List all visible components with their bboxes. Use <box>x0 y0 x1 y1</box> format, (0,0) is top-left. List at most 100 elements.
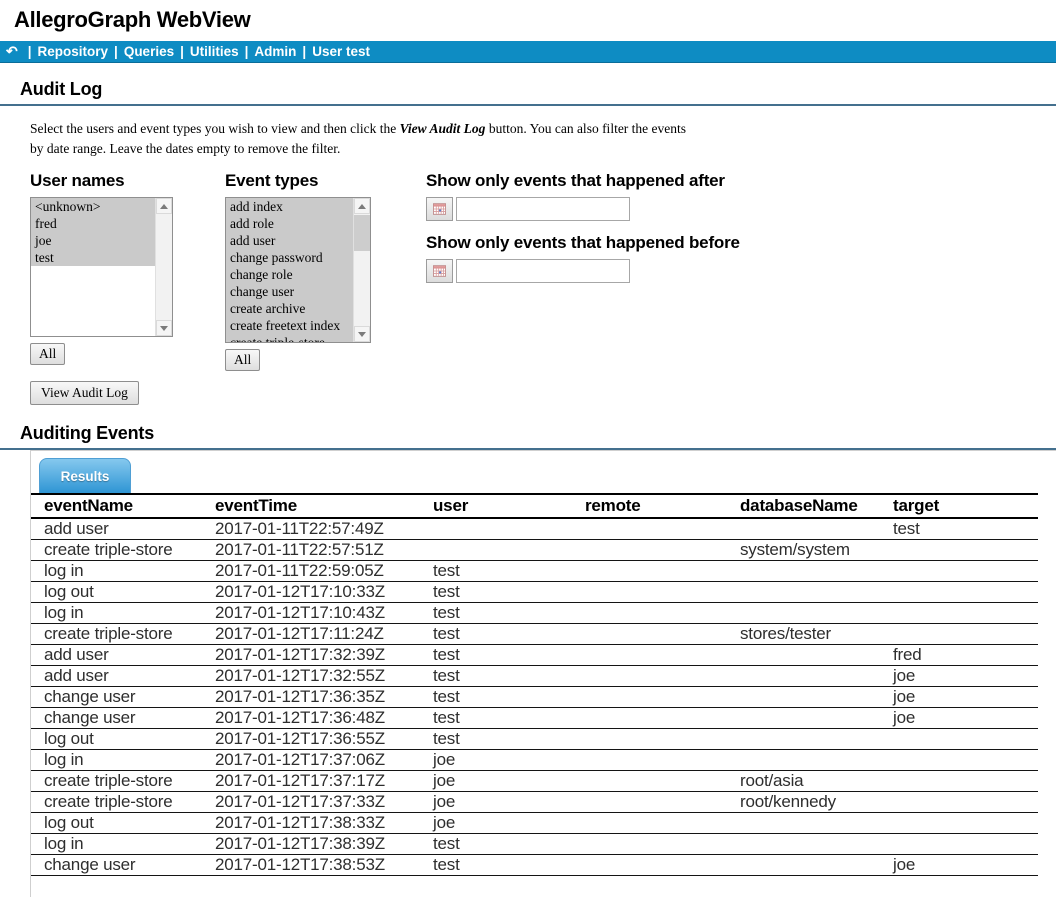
table-row: log out2017-01-12T17:38:33Zjoe <box>31 813 1038 834</box>
list-option[interactable]: fred <box>31 215 155 232</box>
nav-item-utilities[interactable]: Utilities <box>190 44 239 59</box>
cell-eventName: create triple-store <box>31 540 211 561</box>
list-option[interactable]: change role <box>226 266 353 283</box>
cell-target <box>889 540 1038 561</box>
event-types-label: Event types <box>225 171 371 191</box>
before-date-input[interactable] <box>456 259 630 283</box>
nav-separator: | <box>28 44 32 59</box>
cell-databaseName <box>736 666 889 687</box>
list-option[interactable]: create freetext index <box>226 317 353 334</box>
cell-target: joe <box>889 708 1038 729</box>
cell-eventName: log out <box>31 582 211 603</box>
list-option[interactable]: create archive <box>226 300 353 317</box>
list-option[interactable]: add role <box>226 215 353 232</box>
user-names-listbox[interactable]: <unknown>fredjoetest <box>30 197 173 337</box>
cell-eventName: change user <box>31 855 211 876</box>
list-option[interactable]: change password <box>226 249 353 266</box>
cell-databaseName <box>736 645 889 666</box>
cell-target <box>889 624 1038 645</box>
list-option[interactable]: test <box>31 249 155 266</box>
nav-separator: | <box>302 44 306 59</box>
table-row: create triple-store2017-01-11T22:57:51Zs… <box>31 540 1038 561</box>
cell-user: test <box>429 666 581 687</box>
before-calendar-button[interactable] <box>426 259 453 283</box>
nav-item-repository[interactable]: Repository <box>38 44 109 59</box>
cell-remote <box>581 624 736 645</box>
scroll-up-button[interactable] <box>354 198 370 214</box>
cell-eventName: log in <box>31 750 211 771</box>
cell-target <box>889 792 1038 813</box>
scroll-thumb[interactable] <box>354 215 370 251</box>
nav-items: |Repository|Queries|Utilities|Admin|User… <box>22 44 370 59</box>
cell-remote <box>581 687 736 708</box>
filters-section: User names <unknown>fredjoetest All View… <box>30 171 1056 405</box>
date-filters-column: Show only events that happened after Sho… <box>426 171 740 405</box>
scroll-track[interactable] <box>354 214 370 326</box>
cell-databaseName <box>736 834 889 855</box>
view-audit-log-button[interactable]: View Audit Log <box>30 381 139 405</box>
event-types-listbox[interactable]: add indexadd roleadd userchange password… <box>225 197 371 343</box>
triangle-up-icon <box>160 204 168 209</box>
cell-remote <box>581 518 736 540</box>
cell-user: test <box>429 603 581 624</box>
audit-log-heading: Audit Log <box>20 79 1056 104</box>
list-option[interactable]: joe <box>31 232 155 249</box>
event-types-column: Event types add indexadd roleadd usercha… <box>225 171 371 405</box>
cell-eventName: create triple-store <box>31 771 211 792</box>
nav-item-admin[interactable]: Admin <box>254 44 296 59</box>
calendar-icon <box>433 202 446 216</box>
table-row: change user2017-01-12T17:36:35Ztestjoe <box>31 687 1038 708</box>
cell-user: test <box>429 624 581 645</box>
cell-target <box>889 771 1038 792</box>
nav-item-queries[interactable]: Queries <box>124 44 174 59</box>
scroll-down-button[interactable] <box>156 320 172 336</box>
user-names-all-button[interactable]: All <box>30 343 65 365</box>
tab-results[interactable]: Results <box>39 458 131 493</box>
cell-databaseName: root/asia <box>736 771 889 792</box>
cell-eventTime: 2017-01-12T17:11:24Z <box>211 624 429 645</box>
cell-target: fred <box>889 645 1038 666</box>
cell-eventTime: 2017-01-12T17:36:35Z <box>211 687 429 708</box>
auditing-events-heading: Auditing Events <box>20 423 1056 448</box>
cell-databaseName: system/system <box>736 540 889 561</box>
table-row: log in2017-01-12T17:37:06Zjoe <box>31 750 1038 771</box>
list-option[interactable]: create triple-store <box>226 334 353 342</box>
list-option[interactable]: <unknown> <box>31 198 155 215</box>
after-filter-row <box>426 197 740 221</box>
cell-eventName: log in <box>31 603 211 624</box>
after-date-input[interactable] <box>456 197 630 221</box>
after-calendar-button[interactable] <box>426 197 453 221</box>
table-row: create triple-store2017-01-12T17:37:17Zj… <box>31 771 1038 792</box>
table-row: create triple-store2017-01-12T17:37:33Zj… <box>31 792 1038 813</box>
event-types-scrollbar[interactable] <box>353 198 370 342</box>
list-option[interactable]: change user <box>226 283 353 300</box>
cell-databaseName <box>736 687 889 708</box>
results-panel: Results eventNameeventTimeuserremotedata… <box>30 450 1056 897</box>
table-header: eventNameeventTimeuserremotedatabaseName… <box>31 494 1038 518</box>
before-filter-row <box>426 259 740 283</box>
cell-databaseName: stores/tester <box>736 624 889 645</box>
cell-eventTime: 2017-01-12T17:10:33Z <box>211 582 429 603</box>
scroll-up-button[interactable] <box>156 198 172 214</box>
list-option[interactable]: add user <box>226 232 353 249</box>
scroll-down-button[interactable] <box>354 326 370 342</box>
audit-log-heading-rule: Audit Log <box>0 63 1056 106</box>
nav-item-user-test[interactable]: User test <box>312 44 370 59</box>
cell-remote <box>581 603 736 624</box>
event-types-all-button[interactable]: All <box>225 349 260 371</box>
list-option[interactable]: add index <box>226 198 353 215</box>
cell-eventTime: 2017-01-12T17:37:17Z <box>211 771 429 792</box>
cell-target <box>889 750 1038 771</box>
user-names-column: User names <unknown>fredjoetest All View… <box>30 171 173 405</box>
cell-eventName: add user <box>31 518 211 540</box>
top-navbar: ↶ |Repository|Queries|Utilities|Admin|Us… <box>0 41 1056 63</box>
scroll-track[interactable] <box>156 214 172 320</box>
before-filter-label: Show only events that happened before <box>426 233 740 253</box>
user-names-scrollbar[interactable] <box>155 198 172 336</box>
back-arrow-icon[interactable]: ↶ <box>6 43 18 60</box>
column-header-eventName: eventName <box>31 494 211 518</box>
cell-eventName: log in <box>31 834 211 855</box>
app-title: AllegroGraph WebView <box>0 0 1056 41</box>
cell-databaseName <box>736 729 889 750</box>
nav-separator: | <box>180 44 184 59</box>
